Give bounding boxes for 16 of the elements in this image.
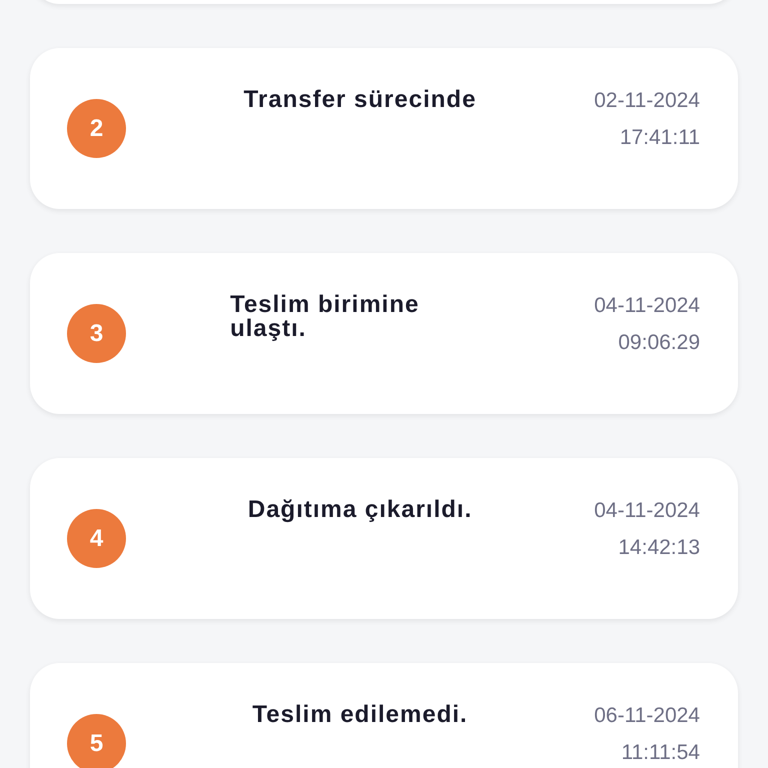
step-time: 17:41:11 — [620, 125, 700, 150]
step-title: Transfer sürecinde — [244, 88, 476, 112]
step-time: 09:06:29 — [618, 330, 700, 355]
step-date: 04-11-2024 — [594, 498, 700, 523]
step-time: 14:42:13 — [618, 535, 700, 560]
step-time: 11:11:54 — [621, 740, 700, 765]
step-date: 06-11-2024 — [594, 703, 700, 728]
step-date: 02-11-2024 — [594, 88, 700, 113]
step-number: 2 — [67, 99, 126, 158]
step-number: 4 — [67, 509, 126, 568]
step-title: Teslim edilemedi. — [252, 703, 468, 727]
step-title: Teslim birimine ulaştı. — [230, 293, 420, 341]
step-number: 5 — [67, 714, 126, 768]
step-date: 04-11-2024 — [594, 293, 700, 318]
step-number: 3 — [67, 304, 126, 363]
step-title: Dağıtıma çıkarıldı. — [248, 498, 472, 522]
